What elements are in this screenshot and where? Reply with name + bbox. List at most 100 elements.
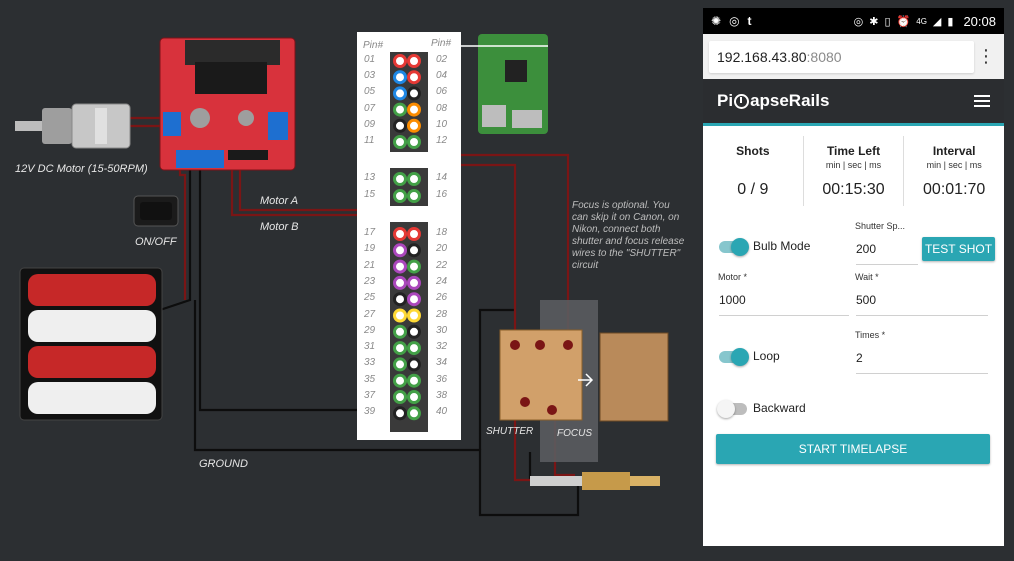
gpio-pin [407,118,421,133]
stat-time-left: Time Left min | sec | ms 00:15:30 [804,136,905,206]
stat-units: min | sec | ms [926,160,982,170]
gpio-pin [407,406,421,421]
pin-number: 03 [364,70,376,82]
gpio-pin [393,172,407,186]
stat-heading: Shots [736,144,770,158]
pin-number: 12 [436,135,448,146]
wiring-diagram [15,32,669,517]
gpio-pin [407,390,421,404]
shutter-speed-label: Shutter Sp... [855,221,906,231]
motor-label: Motor * [718,272,748,282]
pin-number: 40 [436,406,448,418]
gpio-pin [393,308,407,323]
shutter-label: SHUTTER [486,426,534,437]
shutter-speed-input[interactable]: 200 [856,242,918,265]
power-switch [133,195,179,227]
hotspot-icon: ◎ [729,14,740,28]
pin-number: 22 [436,259,448,271]
pin-number: 30 [436,324,448,336]
pin-number: 14 [436,172,448,183]
gpio-pin [393,118,407,133]
gpio-pin [393,135,407,149]
alarm-icon: ⏰ [896,15,911,28]
loop-toggle[interactable] [719,348,749,366]
pin-number: 23 [364,275,376,287]
network-type: 4G [916,16,927,26]
pin-number: 07 [364,102,376,114]
clock-icon [734,93,750,109]
url-host: 192.168.43.80 [717,48,807,65]
gpio-pin [393,243,407,258]
stats-panel: Shots 0 / 9 Time Left min | sec | ms 00:… [703,136,1004,206]
times-input[interactable]: 2 [856,351,988,374]
pin-number: 31 [364,341,376,353]
stat-shots: Shots 0 / 9 [703,136,804,206]
backward-toggle[interactable] [717,400,747,418]
gpio-pin [407,373,421,388]
onoff-label: ON/OFF [135,236,177,248]
logo-text-rest: apseRails [750,91,830,110]
gpio-pin [407,54,421,68]
hamburger-menu-icon[interactable] [974,92,990,110]
gpio-pin [407,189,421,203]
start-timelapse-button[interactable]: START TIMELAPSE [716,434,990,464]
phone-screen: ✺ ◎ t ◎ ✱ ▯ ⏰ 4G ◢ ▮ 20:08 192.168.43.80… [703,8,1004,546]
pin-number: 24 [436,275,448,287]
gpio-pin [407,357,421,372]
pin-number: 26 [436,292,448,304]
stat-units [703,160,803,171]
gpio-pin [393,406,407,421]
focus-label: FOCUS [557,428,592,439]
gpio-pin [407,135,421,149]
app-header: Pi apseRails [703,79,1004,126]
gpio-pin [393,102,407,117]
stat-units: min | sec | ms [825,160,882,170]
stat-heading: Interval [932,144,976,158]
pin-number: 38 [436,390,448,401]
times-label: Times * [855,330,886,340]
pin-number: 25 [364,292,376,304]
motor-label: 12V DC Motor (15-50RPM) [15,163,148,175]
gpio-pin [407,324,421,339]
motor-a-label: Motor A [260,195,299,207]
gpio-pin [407,86,421,101]
gpio-pin [393,189,407,203]
motor-driver-board [159,37,296,171]
wait-label: Wait * [855,272,879,282]
pin-number: 11 [364,135,375,146]
pin-number: 35 [364,373,376,385]
gpio-pin [393,324,407,339]
pin-number: 08 [436,102,448,114]
loop-label: Loop [753,349,780,363]
pin-number: 02 [436,54,448,65]
test-shot-button[interactable]: TEST SHOT [922,237,995,261]
pin-number: 20 [436,243,448,255]
url-port: :8080 [806,48,842,65]
gpio-pin [407,243,421,258]
pin-number: 39 [364,406,376,418]
logo-text-pi: Pi [717,91,734,110]
pin-number: 19 [364,243,376,255]
pin-number: 18 [436,227,448,238]
pin-number: 13 [364,172,376,183]
backward-label: Backward [753,401,806,415]
pin-number: 09 [364,118,376,130]
stat-value: 0 / 9 [737,181,769,198]
bulb-mode-toggle[interactable] [719,238,749,256]
motor-input[interactable]: 1000 [719,293,849,316]
url-field[interactable]: 192.168.43.80:8080 [709,40,974,73]
pin-number: 06 [436,86,448,98]
gpio-pin [393,227,407,241]
stat-value: 00:15:30 [822,181,885,198]
stat-interval: Interval min | sec | ms 00:01:70 [904,136,1004,206]
pin-number: 10 [436,118,448,130]
battery-pack [19,267,163,421]
wait-input[interactable]: 500 [856,293,988,316]
pin-left-header: Pin# [363,40,384,51]
pin-number: 04 [436,70,448,82]
browser-menu-icon[interactable]: ⋮ [974,46,998,67]
stat-value: 00:01:70 [923,181,986,198]
focus-note: Focus is optional. You can skip it on Ca… [572,200,685,271]
pin-number: 32 [436,341,448,353]
gpio-pin [393,357,407,372]
